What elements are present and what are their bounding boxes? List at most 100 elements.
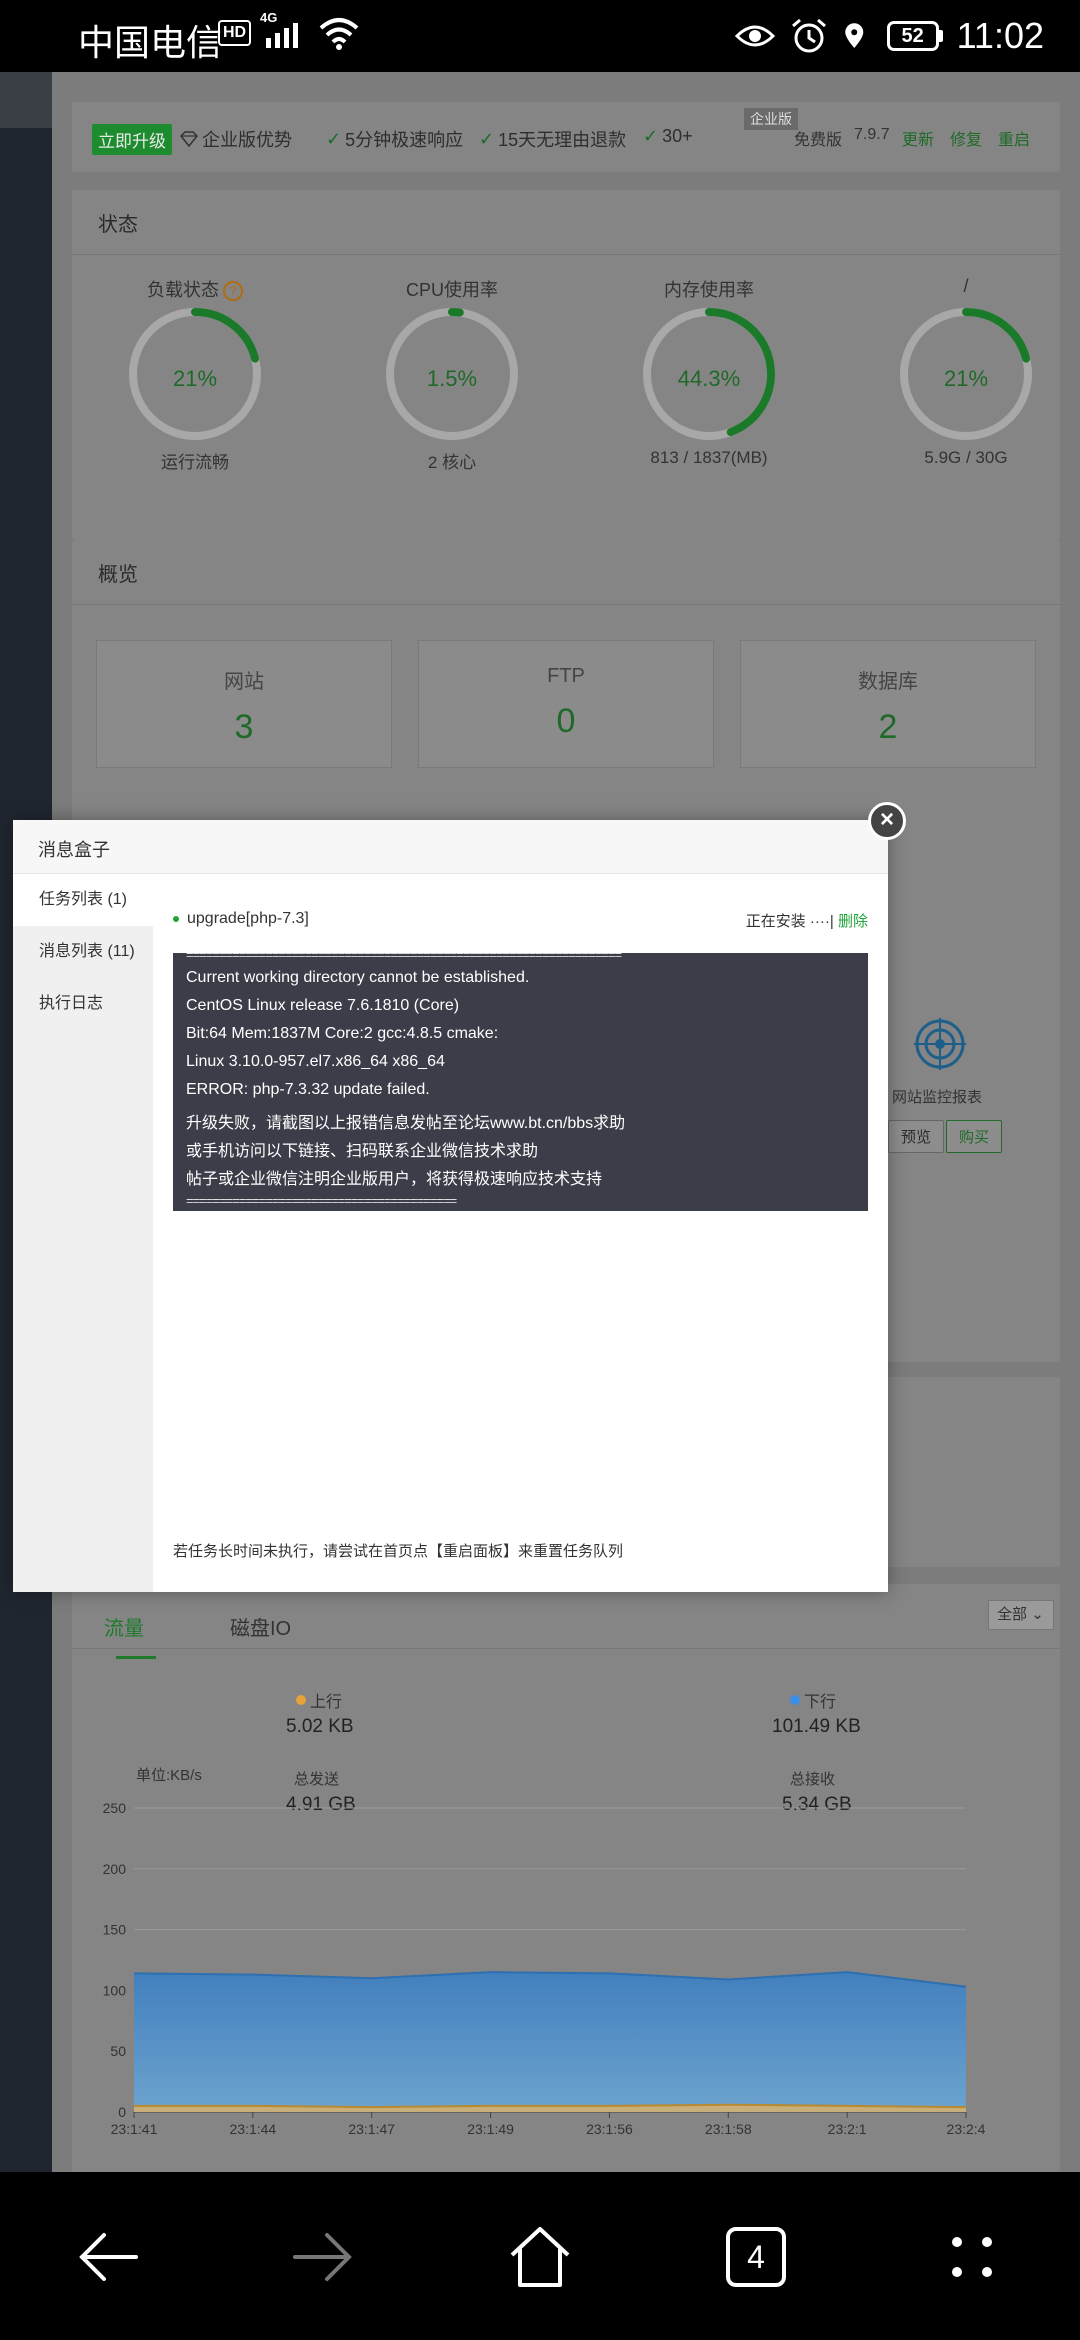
chart-ylabel: 单位:KB/s [136,1767,202,1784]
gauge-cpu[interactable]: CPU使用率 1.5% 2 核心 [337,276,567,506]
tab-disk-io[interactable]: 磁盘IO [230,1612,291,1641]
up-value: 5.02 KB [286,1716,354,1737]
upgrade-bar: 立即升级 企业版优势 ✓ 5分钟极速响应 ✓ 15天无理由退款 ✓ 30+ 企业版 免… [72,102,1060,172]
gauge-memory[interactable]: 内存使用率 44.3% 813 / 1837(MB) [594,276,824,506]
back-button[interactable] [68,2222,148,2292]
preview-button[interactable]: 预览 [888,1120,945,1153]
browser-nav-bar: 4 [0,2172,1080,2340]
range-select[interactable]: 全部 ⌄ [988,1600,1054,1630]
y-tick-label: 50 [110,2043,126,2059]
feature-label: 30+ [662,126,693,146]
buy-button[interactable]: 购买 [946,1120,1003,1153]
traffic-chart: 0 50 100 150 200 250 23:1:41 23:1:44 23:1:47 23:1… [103,1800,986,2137]
status-title: 状态 [98,214,138,236]
up-dot-icon [296,1695,306,1705]
console-line: ERROR: php-7.3.32 update failed. [186,1081,430,1098]
update-link[interactable]: 更新 [902,126,934,150]
gauge-load[interactable]: 负载状态? 21% 运行流畅 [80,276,310,506]
dialog-header: 消息盒子 [13,820,888,874]
x-tick-label: 23:2:1 [828,2121,867,2137]
check-icon: ✓ [643,126,659,146]
x-tick-label: 23:1:44 [229,2121,276,2137]
more-dots-icon [952,2237,992,2277]
x-tick-label: 23:1:47 [348,2121,395,2137]
series-up-line [134,2103,967,2109]
sidebar-header [0,72,52,128]
x-tick-label: 23:1:49 [467,2121,514,2137]
gauge-value: 21% [943,366,989,391]
divider [72,254,1060,255]
overview-ftp[interactable]: FTP 0 [418,640,714,768]
feature-label: 15天无理由退款 [498,130,627,150]
tab-traffic[interactable]: 流量 [104,1612,144,1641]
overview-value[interactable]: 2 [741,708,1035,747]
repair-link[interactable]: 修复 [950,126,982,150]
legend-up-label: 上行 [310,1694,343,1711]
down-dot-icon [790,1695,800,1705]
feature-response: ✓ 5分钟极速响应 [326,126,463,152]
y-tick-label: 200 [103,1861,127,1877]
close-icon[interactable]: × [868,802,906,840]
console-line: CentOS Linux release 7.6.1810 (Core) [186,997,460,1014]
console-separator: ========================================… [186,1193,457,1208]
overview-database[interactable]: 数据库 2 [740,640,1036,768]
gauge-sub: 运行流畅 [161,453,229,472]
gauge-label: 内存使用率 [664,280,754,300]
side-tab-logs[interactable]: 执行日志 [13,978,153,1030]
side-tab-tasks[interactable]: 任务列表 (1) [13,874,153,926]
overview-value[interactable]: 3 [97,708,391,747]
feature-more: ✓ 30+ [643,126,693,147]
task-status-text: 正在安装 ····| [745,913,834,930]
help-icon[interactable]: ? [223,281,243,302]
home-button[interactable] [500,2222,580,2292]
overview-sites[interactable]: 网站 3 [96,640,392,768]
dialog-main: upgrade[php-7.3] 正在安装 ····| 删除 =========… [153,874,888,1592]
tabs-button[interactable]: 4 [716,2222,796,2292]
dialog-sidebar: 任务列表 (1) 消息列表 (11) 执行日志 [13,874,153,1592]
task-console[interactable]: ========================================… [173,953,868,1211]
overview-label: 数据库 [858,671,918,693]
menu-button[interactable] [932,2222,1012,2292]
overview-label: FTP [547,665,585,687]
gauge-label: 负载状态 [147,280,219,300]
upgrade-button[interactable]: 立即升级 [92,124,172,155]
forward-button[interactable] [283,2222,363,2292]
console-line: Current working directory cannot be esta… [186,969,530,986]
arrow-left-icon [79,2233,138,2281]
legend-down: 下行 [790,1688,836,1712]
message-box-dialog: 消息盒子 × 任务列表 (1) 消息列表 (11) 执行日志 upgrade[p… [13,802,906,1592]
gauge-label: / [963,276,969,296]
restart-link[interactable]: 重启 [998,126,1030,150]
battery-level: 52 [886,21,939,51]
gauge-sub: 2 核心 [427,453,477,472]
page-viewport[interactable]: 立即升级 企业版优势 ✓ 5分钟极速响应 ✓ 15天无理由退款 ✓ 30+ 企业版 免… [0,72,1080,2172]
console-line: 帖子或企业微信注明企业版用户，将获得极速响应技术支持 [186,1171,603,1188]
carrier-name: 中国电信 [78,22,223,63]
x-tick-label: 23:2:4 [947,2121,986,2137]
console-separator: ========================================… [186,953,622,962]
gauge-value: 1.5% [426,366,478,391]
gauge-value: 21% [172,366,218,391]
alarm-icon [791,18,826,53]
task-status: 正在安装 ····| 删除 [746,910,868,931]
divider [72,604,1060,605]
location-icon [844,23,863,48]
x-tick-label: 23:1:41 [111,2121,158,2137]
check-icon: ✓ [479,128,495,149]
console-line: Bit:64 Mem:1837M Core:2 gcc:4.8.5 cmake: [186,1025,499,1042]
overview-value[interactable]: 0 [419,702,713,741]
edition-label: 免费版 [794,132,843,149]
legend-up: 上行 [296,1688,342,1712]
clock: 11:02 [956,15,1044,56]
dialog-title: 消息盒子 [38,840,110,860]
status-bar: 中国电信 HD 4G 52 11:02 [0,0,1080,72]
enterprise-advantage-label: 企业版优势 [202,130,292,150]
console-line: 升级失败，请截图以上报错信息发帖至论坛www.bt.cn/bbs求助 [186,1115,626,1132]
gauge-disk[interactable]: / 21% 5.9G / 30G [851,276,1080,506]
task-row: upgrade[php-7.3] 正在安装 ····| 删除 [173,910,868,932]
task-delete-link[interactable]: 删除 [838,913,868,930]
home-icon [510,2227,570,2287]
overview-label: 网站 [224,671,264,693]
side-tab-messages[interactable]: 消息列表 (11) [13,926,153,978]
task-status-dot-icon [173,915,179,922]
